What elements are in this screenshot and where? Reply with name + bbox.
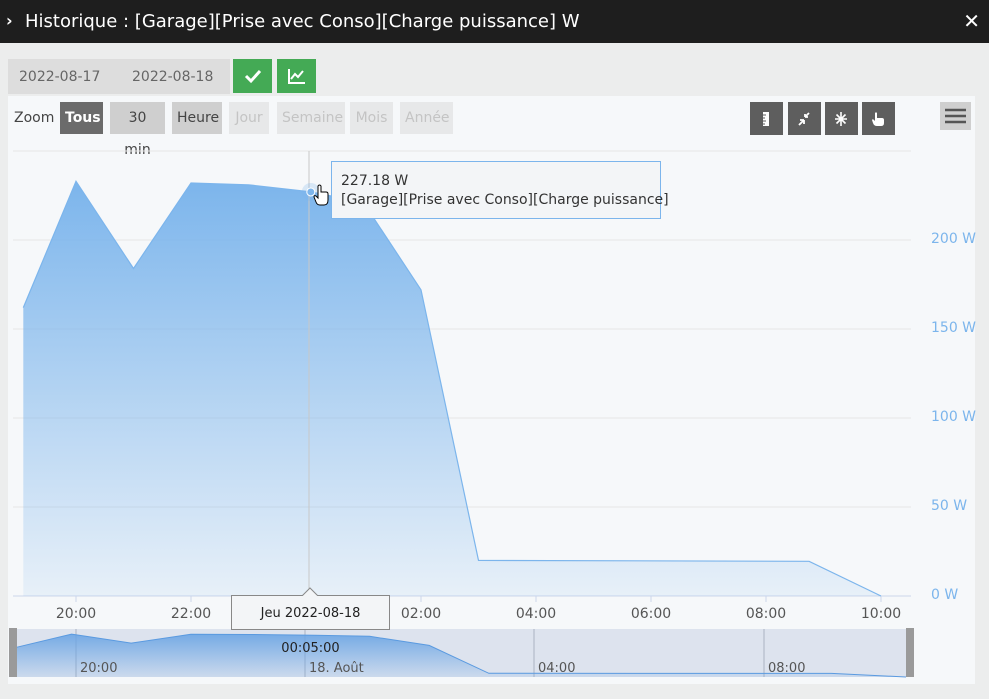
crosshair-x-label: Jeu 2022-08-18 00:05:00 (231, 595, 390, 656)
x-tick-label: 04:00 (515, 606, 557, 622)
navigator-handle-right[interactable] (906, 628, 914, 677)
x-ticks (75, 596, 882, 602)
tooltip-series: [Garage][Prise avec Conso][Charge puissa… (341, 192, 669, 208)
series-area (23, 181, 882, 597)
x-tick-label: 10:00 (860, 606, 902, 622)
y-tick-label: 150 W (931, 320, 977, 336)
x-tick-label: 06:00 (630, 606, 672, 622)
x-tick-label: 22:00 (170, 606, 212, 622)
y-tick-label: 50 W (931, 498, 968, 514)
y-tick-label: 200 W (931, 231, 977, 247)
x-tick-label: 02:00 (400, 606, 442, 622)
navigator-handle-left[interactable] (9, 628, 17, 677)
navigator-label: 18. Août (309, 661, 364, 676)
navigator-label: 08:00 (768, 661, 806, 676)
chart-svg[interactable] (0, 0, 989, 699)
series-tooltip: 227.18 W [Garage][Prise avec Conso][Char… (331, 161, 669, 219)
navigator-label: 04:00 (538, 661, 576, 676)
y-tick-label: 0 W (931, 587, 959, 603)
x-tick-label: 08:00 (745, 606, 787, 622)
navigator-label: 20:00 (80, 661, 118, 676)
hover-point (306, 187, 316, 197)
tooltip-value: 227.18 W (341, 173, 409, 189)
x-tick-label: 20:00 (55, 606, 97, 622)
y-tick-label: 100 W (931, 409, 977, 425)
crosshair-label-pointer (302, 587, 318, 596)
